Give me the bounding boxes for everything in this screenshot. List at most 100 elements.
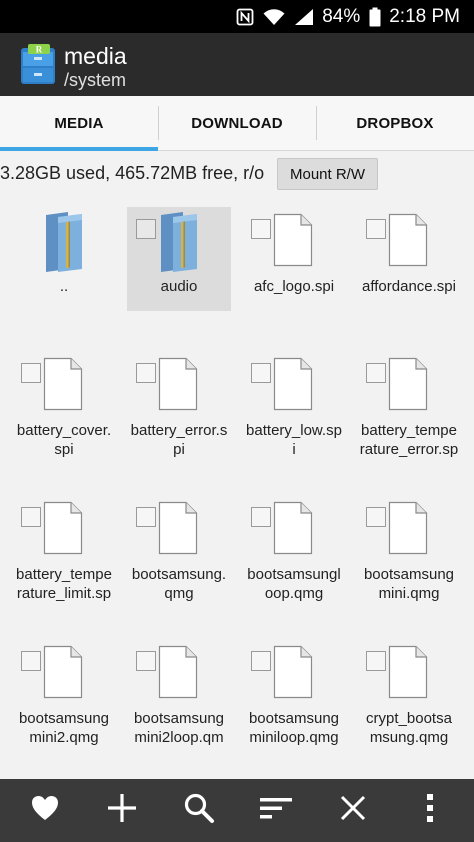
select-checkbox[interactable] xyxy=(136,219,156,239)
file-thumbnail xyxy=(242,355,346,419)
search-button[interactable] xyxy=(171,783,227,839)
file-name: bootsamsung mini.qmg xyxy=(363,566,455,602)
select-checkbox[interactable] xyxy=(136,363,156,383)
file-thumbnail xyxy=(127,355,231,419)
wifi-icon xyxy=(263,8,285,26)
select-checkbox[interactable] xyxy=(251,363,271,383)
close-icon xyxy=(339,794,367,827)
select-checkbox[interactable] xyxy=(21,507,41,527)
file-name: crypt_bootsa msung.qmg xyxy=(366,710,452,746)
file-item[interactable]: battery_cover. spi xyxy=(12,351,116,458)
file-item[interactable]: bootsamsungl oop.qmg xyxy=(242,495,346,602)
svg-text:R: R xyxy=(36,45,43,55)
tab-label: MEDIA xyxy=(54,114,104,132)
file-thumbnail xyxy=(12,211,116,275)
file-thumbnail xyxy=(242,499,346,563)
file-item[interactable]: bootsamsung mini.qmg xyxy=(357,495,461,602)
document-icon xyxy=(388,357,428,411)
tab-media[interactable]: MEDIA xyxy=(0,96,158,151)
select-checkbox[interactable] xyxy=(251,219,271,239)
file-name: afc_logo.spi xyxy=(253,278,335,295)
add-button[interactable] xyxy=(94,783,150,839)
overflow-menu-button[interactable] xyxy=(402,783,458,839)
select-checkbox[interactable] xyxy=(366,651,386,671)
document-icon xyxy=(273,645,313,699)
file-name: bootsamsung mini2.qmg xyxy=(18,710,110,746)
signal-icon xyxy=(294,8,314,26)
file-name: affordance.spi xyxy=(362,278,456,295)
file-item[interactable]: bootsamsung miniloop.qmg xyxy=(242,639,346,746)
select-checkbox[interactable] xyxy=(21,651,41,671)
sort-icon xyxy=(259,795,293,826)
close-button[interactable] xyxy=(325,783,381,839)
file-thumbnail xyxy=(357,355,461,419)
file-item[interactable]: battery_error.s pi xyxy=(127,351,231,458)
file-name: bootsamsung mini2loop.qm xyxy=(133,710,225,746)
file-thumbnail xyxy=(357,643,461,707)
file-name: audio xyxy=(160,278,198,295)
document-icon xyxy=(158,357,198,411)
file-thumbnail xyxy=(127,499,231,563)
tab-dropbox[interactable]: DROPBOX xyxy=(316,96,474,150)
file-item[interactable]: battery_tempe rature_limit.sp xyxy=(12,495,116,602)
sort-button[interactable] xyxy=(248,783,304,839)
battery-icon xyxy=(369,7,381,27)
file-item[interactable]: bootsamsung mini2.qmg xyxy=(12,639,116,746)
file-name: bootsamsung miniloop.qmg xyxy=(248,710,340,746)
current-path: /system xyxy=(64,70,127,90)
file-item[interactable]: battery_low.sp i xyxy=(242,351,346,458)
document-icon xyxy=(273,357,313,411)
file-thumbnail xyxy=(12,499,116,563)
tab-label: DOWNLOAD xyxy=(191,114,283,132)
nfc-icon xyxy=(236,8,254,26)
document-icon xyxy=(158,501,198,555)
file-name: battery_error.s pi xyxy=(130,422,228,458)
file-name: bootsamsung. qmg xyxy=(131,566,227,602)
plus-icon xyxy=(106,792,138,829)
file-item[interactable]: bootsamsung. qmg xyxy=(127,495,231,602)
file-item[interactable]: crypt_bootsa msung.qmg xyxy=(357,639,461,746)
file-name: battery_low.sp i xyxy=(246,422,342,458)
file-item[interactable]: affordance.spi xyxy=(357,207,461,311)
storage-info: 3.28GB used, 465.72MB free, r/o xyxy=(0,163,265,183)
file-item[interactable]: battery_tempe rature_error.sp xyxy=(357,351,461,458)
file-thumbnail xyxy=(357,211,461,275)
select-checkbox[interactable] xyxy=(251,507,271,527)
select-checkbox[interactable] xyxy=(366,363,386,383)
overflow-menu-icon xyxy=(426,793,434,828)
select-checkbox[interactable] xyxy=(136,651,156,671)
document-icon xyxy=(158,645,198,699)
document-icon xyxy=(388,213,428,267)
bottom-toolbar xyxy=(0,779,474,842)
tab-download[interactable]: DOWNLOAD xyxy=(158,96,316,150)
folder-icon xyxy=(44,211,84,273)
file-thumbnail xyxy=(12,355,116,419)
file-name: bootsamsungl oop.qmg xyxy=(247,566,341,602)
root-explorer-logo[interactable]: R xyxy=(19,44,57,86)
document-icon xyxy=(43,645,83,699)
select-checkbox[interactable] xyxy=(366,507,386,527)
select-checkbox[interactable] xyxy=(251,651,271,671)
mount-rw-button[interactable]: Mount R/W xyxy=(277,158,378,190)
search-icon xyxy=(183,792,215,829)
document-icon xyxy=(273,501,313,555)
status-bar: 84% 2:18 PM xyxy=(0,0,474,33)
favorites-button[interactable] xyxy=(17,783,73,839)
select-checkbox[interactable] xyxy=(366,219,386,239)
file-thumbnail xyxy=(127,643,231,707)
file-item[interactable]: afc_logo.spi xyxy=(242,207,346,311)
folder-item[interactable]: .. xyxy=(12,207,116,311)
document-icon xyxy=(388,501,428,555)
file-thumbnail xyxy=(242,211,346,275)
battery-percent: 84% xyxy=(322,5,361,27)
select-checkbox[interactable] xyxy=(136,507,156,527)
document-icon xyxy=(388,645,428,699)
file-thumbnail xyxy=(242,643,346,707)
file-item[interactable]: bootsamsung mini2loop.qm xyxy=(127,639,231,746)
file-thumbnail xyxy=(127,211,231,275)
file-name: battery_tempe rature_error.sp xyxy=(359,422,459,458)
select-checkbox[interactable] xyxy=(21,363,41,383)
folder-item[interactable]: audio xyxy=(127,207,231,311)
file-thumbnail xyxy=(12,643,116,707)
document-icon xyxy=(43,357,83,411)
